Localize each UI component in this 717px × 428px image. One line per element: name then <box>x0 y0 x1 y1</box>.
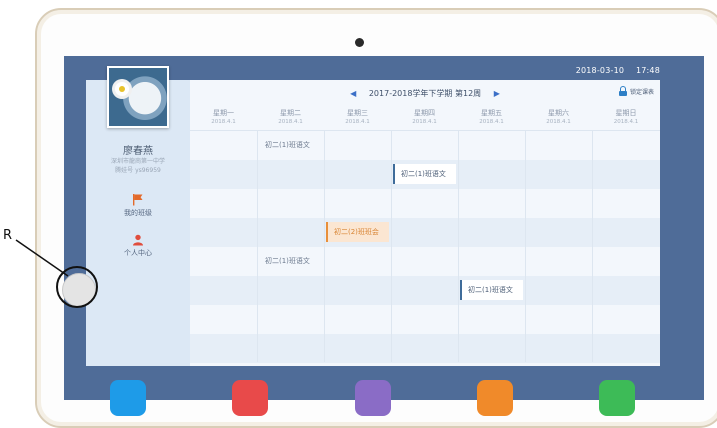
annotation-pointer <box>15 239 69 277</box>
annotation-label: R <box>3 228 13 243</box>
